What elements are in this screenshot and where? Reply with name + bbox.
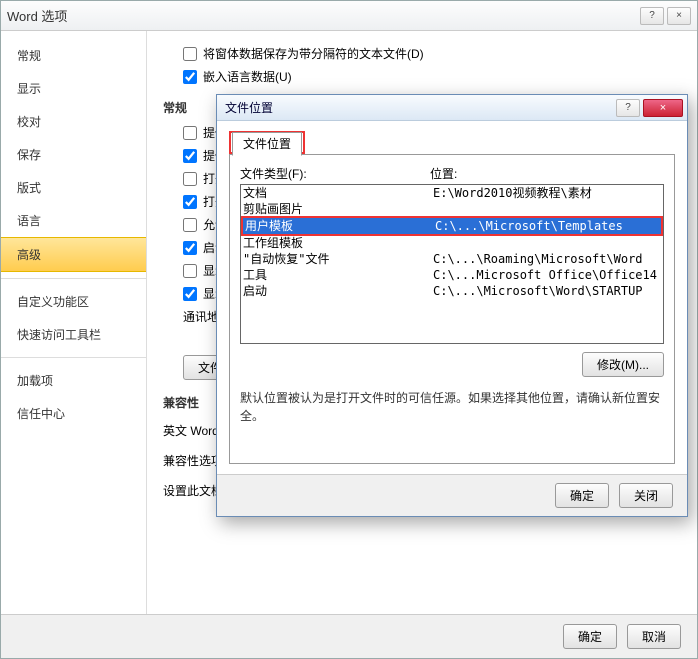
label-embed-lang: 嵌入语言数据(U): [203, 68, 292, 85]
outer-titlebar: Word 选项 ? ×: [1, 1, 697, 31]
tab-file-locations[interactable]: 文件位置: [232, 132, 302, 156]
sidebar-item-addins[interactable]: 加载项: [1, 364, 146, 397]
sidebar: 常规 显示 校对 保存 版式 语言 高级 自定义功能区 快速访问工具栏 加载项 …: [1, 31, 147, 614]
sidebar-item-display[interactable]: 显示: [1, 72, 146, 105]
checkbox-partial-6[interactable]: [183, 264, 197, 278]
red-highlight-row: 用户模板C:\...\Microsoft\Templates: [241, 216, 663, 236]
sidebar-item-qat[interactable]: 快速访问工具栏: [1, 318, 146, 351]
label-form-data: 将窗体数据保存为带分隔符的文本文件(D): [203, 45, 424, 62]
list-item: "自动恢复"文件C:\...\Roaming\Microsoft\Word: [241, 251, 663, 267]
checkbox-partial-2[interactable]: [183, 172, 197, 186]
sidebar-item-proofing[interactable]: 校对: [1, 105, 146, 138]
sidebar-item-advanced[interactable]: 高级: [1, 237, 146, 272]
list-item: 文档E:\Word2010视频教程\素材: [241, 185, 663, 201]
sidebar-item-language[interactable]: 语言: [1, 204, 146, 237]
ok-button[interactable]: 确定: [563, 624, 617, 649]
inner-titlebar: 文件位置 ? ×: [217, 95, 687, 121]
inner-help-button[interactable]: ?: [616, 99, 640, 117]
close-button[interactable]: ×: [667, 7, 691, 25]
hint-text: 默认位置被认为是打开文件时的可信任源。如果选择其他位置，请确认新位置安全。: [240, 389, 664, 425]
list-item: 启动C:\...\Microsoft\Word\STARTUP: [241, 283, 663, 299]
file-locations-listbox[interactable]: 文档E:\Word2010视频教程\素材 剪贴画图片 用户模板C:\...\Mi…: [240, 184, 664, 344]
modify-button[interactable]: 修改(M)...: [582, 352, 664, 377]
outer-title: Word 选项: [7, 6, 67, 25]
col-header-loc: 位置:: [430, 165, 457, 182]
checkbox-partial-1[interactable]: [183, 149, 197, 163]
col-header-type: 文件类型(F):: [240, 165, 430, 182]
inner-close-btn[interactable]: 关闭: [619, 483, 673, 508]
list-item-selected: 用户模板C:\...\Microsoft\Templates: [243, 218, 661, 234]
inner-close-button[interactable]: ×: [643, 99, 683, 117]
sidebar-item-general[interactable]: 常规: [1, 39, 146, 72]
list-item: 工具C:\...Microsoft Office\Office14: [241, 267, 663, 283]
checkbox-partial-4[interactable]: [183, 218, 197, 232]
tab-strip: 文件位置: [229, 131, 675, 154]
sidebar-item-customize-ribbon[interactable]: 自定义功能区: [1, 285, 146, 318]
checkbox-partial-3[interactable]: [183, 195, 197, 209]
label-addr: 通讯地: [183, 308, 219, 325]
list-item: 工作组模板: [241, 235, 663, 251]
help-button[interactable]: ?: [640, 7, 664, 25]
list-item: 剪贴画图片: [241, 201, 663, 217]
checkbox-partial-7[interactable]: [183, 287, 197, 301]
red-highlight-tab: 文件位置: [229, 131, 305, 154]
sidebar-item-trust[interactable]: 信任中心: [1, 397, 146, 430]
inner-footer: 确定 关闭: [217, 474, 687, 516]
checkbox-partial-0[interactable]: [183, 126, 197, 140]
inner-ok-button[interactable]: 确定: [555, 483, 609, 508]
sidebar-item-layout[interactable]: 版式: [1, 171, 146, 204]
tab-panel: 文件类型(F): 位置: 文档E:\Word2010视频教程\素材 剪贴画图片 …: [229, 154, 675, 464]
inner-title: 文件位置: [225, 99, 273, 116]
file-locations-dialog: 文件位置 ? × 文件位置 文件类型(F): 位置: 文档E:\Word2010…: [216, 94, 688, 517]
checkbox-embed-lang[interactable]: [183, 70, 197, 84]
checkbox-partial-5[interactable]: [183, 241, 197, 255]
titlebar-buttons: ? ×: [640, 7, 691, 25]
outer-footer: 确定 取消: [1, 614, 697, 658]
cancel-button[interactable]: 取消: [627, 624, 681, 649]
sidebar-item-save[interactable]: 保存: [1, 138, 146, 171]
checkbox-form-data[interactable]: [183, 47, 197, 61]
